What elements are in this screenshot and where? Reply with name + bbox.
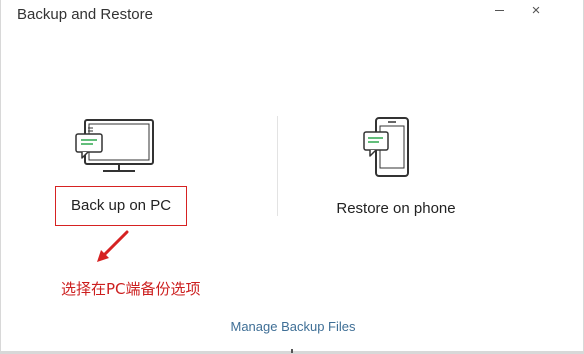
annotation-arrow-icon bbox=[93, 226, 133, 271]
window-title: Backup and Restore bbox=[17, 6, 153, 23]
restore-on-phone-option[interactable]: Restore on phone bbox=[316, 112, 476, 232]
restore-on-phone-label[interactable]: Restore on phone bbox=[316, 200, 476, 217]
close-button[interactable]: × bbox=[525, 2, 547, 20]
manage-backup-files-link[interactable]: Manage Backup Files bbox=[1, 319, 584, 334]
options-divider bbox=[277, 116, 278, 216]
annotation-text: 选择在PC端备份选项 bbox=[61, 280, 201, 298]
minimize-icon bbox=[495, 10, 504, 11]
close-icon: × bbox=[531, 2, 541, 19]
backup-restore-window: Backup and Restore × Back up on PC Resto… bbox=[0, 0, 584, 354]
minimize-button[interactable] bbox=[489, 2, 511, 20]
phone-with-chat-icon bbox=[362, 116, 414, 183]
computer-with-chat-icon bbox=[75, 118, 155, 187]
resize-grip bbox=[291, 349, 293, 353]
backup-on-pc-label[interactable]: Back up on PC bbox=[55, 186, 187, 226]
backup-on-pc-option[interactable]: Back up on PC bbox=[55, 112, 189, 232]
